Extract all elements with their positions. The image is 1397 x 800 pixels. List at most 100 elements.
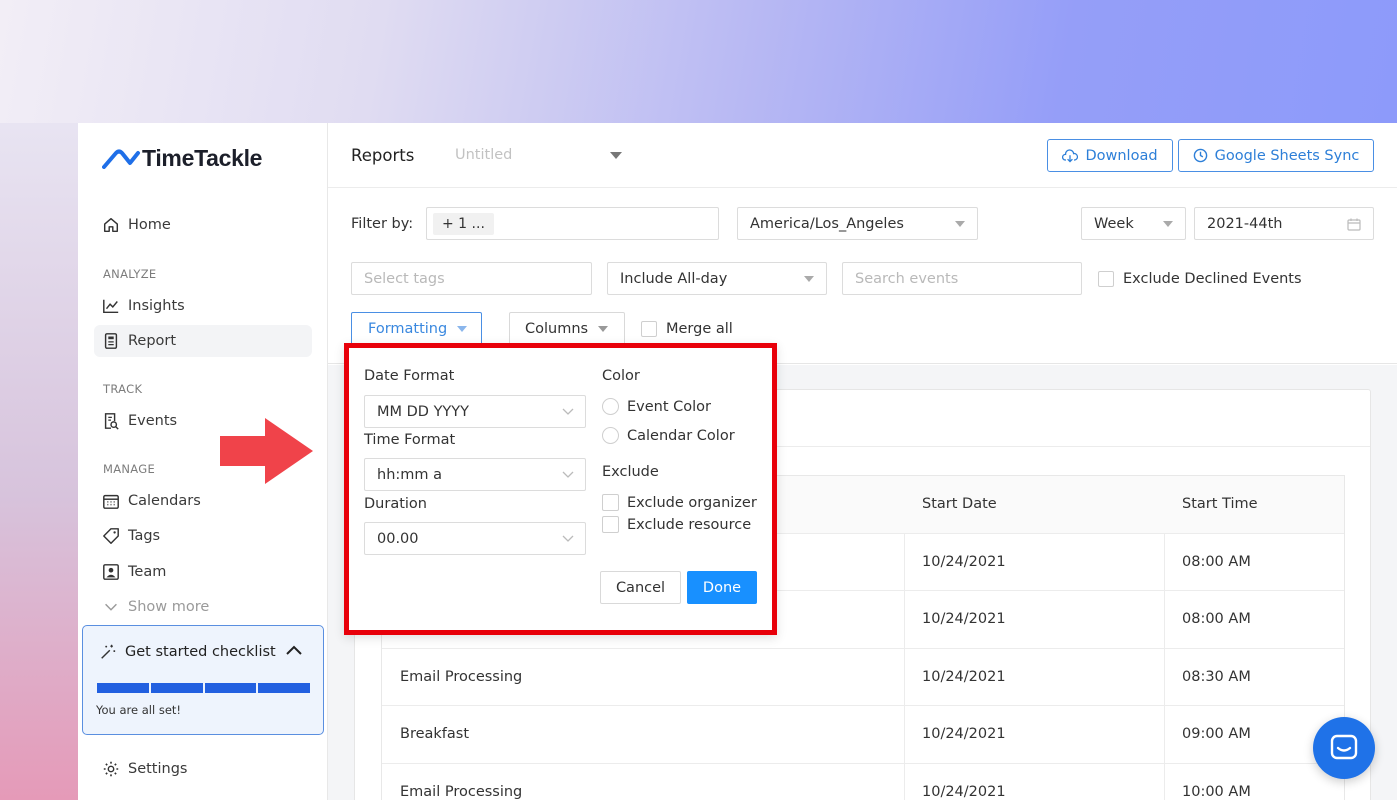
download-button[interactable]: Download bbox=[1047, 139, 1173, 172]
report-name-select[interactable]: Untitled bbox=[455, 147, 512, 163]
done-button[interactable]: Done bbox=[687, 571, 757, 604]
table-cell: 10/24/2021 bbox=[922, 726, 1006, 743]
background-strip bbox=[0, 123, 78, 800]
sidebar-item-label: Events bbox=[128, 413, 178, 429]
logo-text: TimeTackle bbox=[142, 145, 263, 171]
exclude-resource-checkbox[interactable]: Exclude resource bbox=[602, 516, 751, 533]
period-picker[interactable]: 2021-44th bbox=[1194, 207, 1374, 240]
section-label-manage: MANAGE bbox=[103, 462, 156, 476]
progress-segment bbox=[150, 683, 203, 693]
table-row[interactable]: Email Processing 10/24/2021 10:00 AM bbox=[382, 764, 1344, 800]
checkbox[interactable] bbox=[641, 321, 657, 337]
cancel-button[interactable]: Cancel bbox=[600, 571, 681, 604]
table-cell: Breakfast bbox=[400, 726, 470, 743]
filter-input[interactable]: + 1 ... bbox=[426, 207, 719, 240]
allday-select[interactable]: Include All-day bbox=[607, 262, 827, 295]
radio[interactable] bbox=[602, 398, 619, 415]
chevron-up-icon[interactable] bbox=[285, 644, 303, 656]
checkbox[interactable] bbox=[602, 516, 619, 533]
exclude-organizer-checkbox[interactable]: Exclude organizer bbox=[602, 494, 757, 511]
table-cell: 10/24/2021 bbox=[922, 668, 1006, 685]
checkbox[interactable] bbox=[602, 494, 619, 511]
merge-all-checkbox[interactable]: Merge all bbox=[641, 321, 733, 337]
duration-label: Duration bbox=[364, 496, 427, 512]
logo[interactable]: TimeTackle bbox=[102, 145, 262, 172]
section-label-track: TRACK bbox=[103, 382, 143, 396]
sidebar-show-more[interactable]: Show more bbox=[94, 591, 312, 623]
columns-button[interactable]: Columns bbox=[509, 312, 625, 345]
formatting-button[interactable]: Formatting bbox=[351, 312, 482, 345]
caret-down-icon bbox=[955, 221, 965, 227]
sidebar-item-report[interactable]: Report bbox=[94, 325, 312, 357]
get-started-checklist[interactable]: Get started checklist You are all set! bbox=[82, 625, 324, 735]
progress-segment bbox=[258, 683, 310, 693]
tag-icon bbox=[103, 528, 119, 544]
sidebar-item-settings[interactable]: Settings bbox=[94, 753, 312, 785]
checkbox[interactable] bbox=[1098, 271, 1114, 287]
checklist-progress bbox=[97, 683, 310, 693]
google-sheets-sync-button[interactable]: Google Sheets Sync bbox=[1178, 139, 1374, 172]
filter-bar: Filter by: + 1 ... America/Los_Angeles W… bbox=[328, 188, 1397, 364]
sidebar-item-insights[interactable]: Insights bbox=[94, 290, 312, 322]
chevron-down-icon bbox=[105, 603, 117, 611]
table-cell: 10/24/2021 bbox=[922, 611, 1006, 628]
chart-line-icon bbox=[103, 299, 119, 314]
formatting-popup: Date Format MM DD YYYY Time Format hh:mm… bbox=[344, 343, 777, 635]
search-events-input[interactable]: Search events bbox=[842, 262, 1082, 295]
tags-select[interactable]: Select tags bbox=[351, 262, 592, 295]
sidebar-item-label: Report bbox=[128, 333, 177, 349]
table-row[interactable]: Email Processing 10/24/2021 08:30 AM bbox=[382, 649, 1344, 706]
color-label: Color bbox=[602, 368, 640, 384]
date-format-label: Date Format bbox=[364, 368, 455, 384]
logo-icon bbox=[102, 149, 140, 169]
sidebar-item-label: Calendars bbox=[128, 493, 201, 509]
sidebar-item-label: Tags bbox=[128, 528, 161, 544]
caret-down-icon bbox=[1163, 221, 1173, 227]
sidebar-item-calendars[interactable]: Calendars bbox=[94, 485, 312, 517]
table-cell: 08:30 AM bbox=[1182, 668, 1251, 685]
caret-down-icon bbox=[598, 325, 609, 332]
checklist-header: Get started checklist bbox=[99, 643, 276, 661]
sidebar-item-tags[interactable]: Tags bbox=[94, 520, 312, 552]
chat-launcher-button[interactable] bbox=[1313, 717, 1375, 779]
sidebar-item-team[interactable]: Team bbox=[94, 556, 312, 588]
table-cell: Email Processing bbox=[400, 668, 523, 685]
calendar-color-radio[interactable]: Calendar Color bbox=[602, 427, 735, 444]
caret-down-icon bbox=[457, 325, 468, 332]
table-cell: 10/24/2021 bbox=[922, 783, 1006, 800]
report-icon bbox=[104, 333, 118, 349]
checklist-message: You are all set! bbox=[96, 703, 182, 717]
chevron-down-icon bbox=[562, 408, 574, 415]
column-header[interactable]: Start Date bbox=[922, 476, 997, 533]
table-cell: 09:00 AM bbox=[1182, 726, 1251, 743]
sparkle-wand-icon bbox=[101, 644, 116, 659]
period-select[interactable]: Week bbox=[1081, 207, 1186, 240]
table-cell: 08:00 AM bbox=[1182, 553, 1251, 570]
exclude-declined-checkbox[interactable]: Exclude Declined Events bbox=[1098, 271, 1302, 287]
timezone-select[interactable]: America/Los_Angeles bbox=[737, 207, 978, 240]
page-title: Reports bbox=[351, 146, 415, 165]
checklist-title: Get started checklist bbox=[125, 644, 276, 660]
time-format-select[interactable]: hh:mm a bbox=[364, 458, 586, 491]
chevron-down-icon bbox=[562, 471, 574, 478]
calendar-icon bbox=[103, 494, 119, 509]
filter-by-label: Filter by: bbox=[351, 216, 414, 232]
filter-chip[interactable]: + 1 ... bbox=[433, 212, 494, 235]
caret-down-icon[interactable] bbox=[609, 151, 623, 160]
table-cell: 08:00 AM bbox=[1182, 611, 1251, 628]
team-icon bbox=[103, 564, 119, 580]
section-label-analyze: ANALYZE bbox=[103, 267, 157, 281]
duration-select[interactable]: 00.00 bbox=[364, 522, 586, 555]
annotation-arrow-icon bbox=[220, 418, 313, 484]
sidebar-item-label: Insights bbox=[128, 298, 185, 314]
sidebar-item-home[interactable]: Home bbox=[94, 209, 312, 241]
events-search-icon bbox=[104, 413, 119, 430]
table-row[interactable]: Breakfast 10/24/2021 09:00 AM bbox=[382, 706, 1344, 764]
radio[interactable] bbox=[602, 427, 619, 444]
calendar-icon bbox=[1347, 218, 1361, 231]
gear-icon bbox=[103, 761, 119, 777]
column-header[interactable]: Start Time bbox=[1182, 476, 1258, 533]
event-color-radio[interactable]: Event Color bbox=[602, 398, 711, 415]
date-format-select[interactable]: MM DD YYYY bbox=[364, 395, 586, 428]
sidebar-item-label: Settings bbox=[128, 761, 188, 777]
